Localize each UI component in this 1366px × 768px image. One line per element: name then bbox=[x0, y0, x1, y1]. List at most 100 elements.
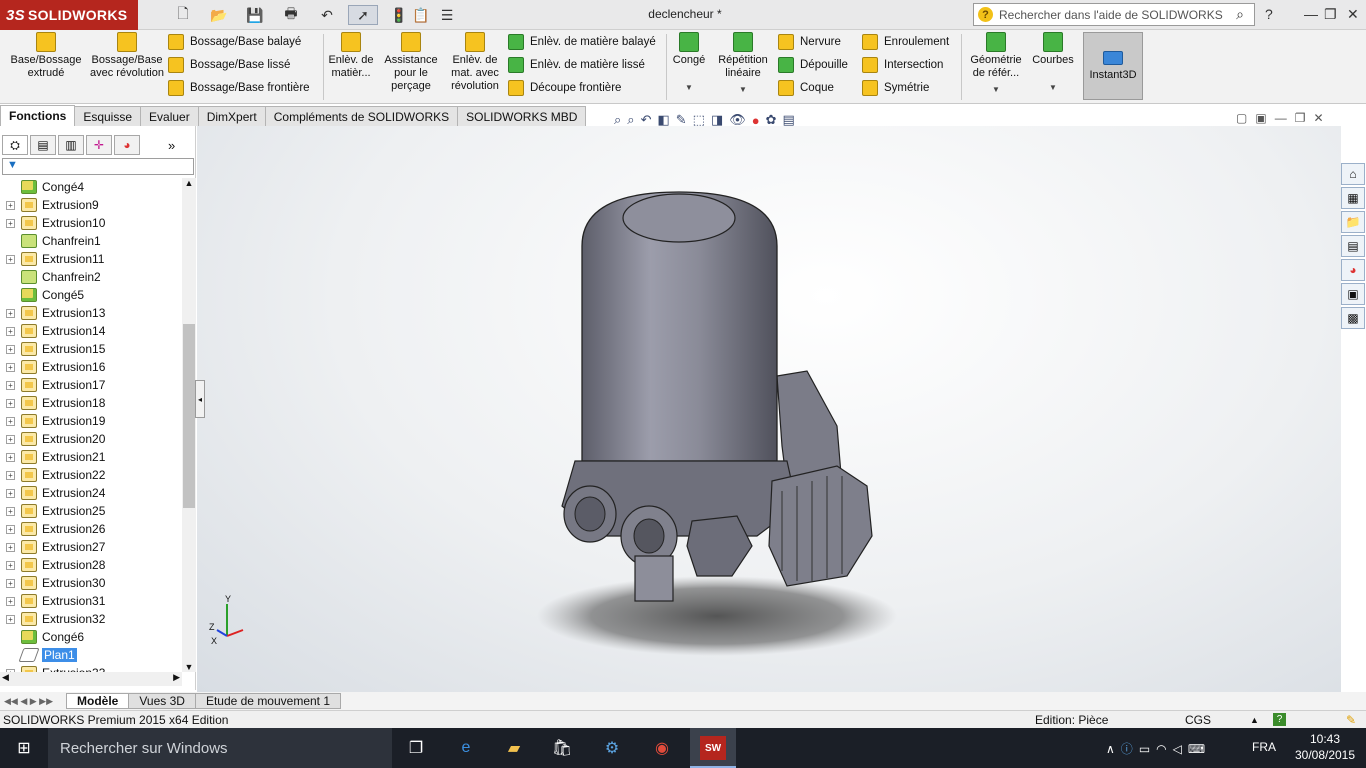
solidworks-taskbar-button[interactable]: SW bbox=[690, 728, 736, 768]
scroll-up-icon[interactable]: ▲ bbox=[182, 178, 196, 188]
feature-tree-tab-icon[interactable]: ⛭ bbox=[2, 135, 28, 155]
tree-node[interactable]: Chanfrein1 bbox=[0, 232, 182, 250]
tab-complements[interactable]: Compléments de SOLIDWORKS bbox=[264, 106, 459, 126]
tab-3d-views[interactable]: Vues 3D bbox=[128, 693, 196, 709]
app-settings-icon[interactable]: ⚙ bbox=[600, 736, 624, 760]
tab-navigation-arrows-icon[interactable]: ◀◀ ◀ ▶ ▶▶ bbox=[0, 696, 66, 707]
boundary-boss-button[interactable]: Bossage/Base frontière bbox=[168, 78, 310, 98]
draft-button[interactable]: Dépouille bbox=[778, 55, 848, 75]
tree-vertical-scrollbar[interactable]: ▲ ▼ bbox=[182, 178, 196, 672]
tree-node[interactable]: + Extrusion28 bbox=[0, 556, 182, 574]
tree-node[interactable]: Congé4 bbox=[0, 178, 182, 196]
expand-toggle-icon[interactable]: + bbox=[6, 398, 15, 408]
rib-button[interactable]: Nervure bbox=[778, 32, 848, 52]
part-model-render[interactable] bbox=[197, 126, 1341, 692]
expand-toggle-icon[interactable]: + bbox=[6, 200, 15, 210]
apply-scene-icon[interactable]: ✿ bbox=[766, 112, 777, 128]
view-palette-icon[interactable]: ▤ bbox=[1341, 235, 1365, 257]
boundary-cut-button[interactable]: Découpe frontière bbox=[508, 78, 656, 98]
expand-toggle-icon[interactable]: + bbox=[6, 218, 15, 228]
solidworks-forum-icon[interactable]: ▩ bbox=[1341, 307, 1365, 329]
tree-node[interactable]: + Extrusion13 bbox=[0, 304, 182, 322]
revolve-boss-button[interactable]: Bossage/Base avec révolution bbox=[88, 32, 166, 80]
swept-cut-button[interactable]: Enlèv. de matière balayé bbox=[508, 32, 656, 52]
status-help-icon[interactable]: ? bbox=[1273, 713, 1286, 726]
tree-node[interactable]: + Extrusion16 bbox=[0, 358, 182, 376]
windows-search-box[interactable]: Rechercher sur Windows bbox=[48, 728, 392, 768]
revolved-cut-button[interactable]: Enlèv. de mat. avec révolution bbox=[444, 32, 506, 93]
expand-toggle-icon[interactable]: + bbox=[6, 326, 15, 336]
panel-collapse-handle[interactable]: ◂ bbox=[195, 380, 205, 418]
expand-toggle-icon[interactable]: + bbox=[6, 524, 15, 534]
shell-button[interactable]: Coque bbox=[778, 78, 848, 98]
input-language[interactable]: FRA bbox=[1252, 740, 1276, 754]
task-view-icon[interactable]: ❐ bbox=[404, 736, 428, 760]
viewport-split-icon[interactable]: ▣ bbox=[1255, 111, 1274, 125]
display-manager-tab-icon[interactable]: ◕ bbox=[114, 135, 140, 155]
file-explorer-icon[interactable]: 📁 bbox=[1341, 211, 1365, 233]
tree-node[interactable]: + Extrusion14 bbox=[0, 322, 182, 340]
expand-toggle-icon[interactable]: + bbox=[6, 578, 15, 588]
search-icon[interactable]: ⌕ bbox=[1236, 6, 1244, 23]
custom-properties-icon[interactable]: ▣ bbox=[1341, 283, 1365, 305]
reference-geometry-dropdown-icon[interactable]: ▼ bbox=[992, 83, 1000, 96]
hide-show-icon[interactable]: 👁 bbox=[729, 112, 746, 128]
design-library-icon[interactable]: ▦ bbox=[1341, 187, 1365, 209]
tree-horizontal-scrollbar[interactable]: ◀ ▶ bbox=[0, 672, 182, 686]
tray-wifi-icon[interactable]: ◠ bbox=[1156, 742, 1172, 756]
view-orientation-icon[interactable]: ⬚ bbox=[693, 112, 705, 128]
fillet-dropdown-icon[interactable]: ▼ bbox=[685, 81, 693, 94]
tray-expand-icon[interactable]: ∧ bbox=[1106, 742, 1121, 756]
viewport-minimize-icon[interactable]: — bbox=[1275, 111, 1295, 125]
property-manager-tab-icon[interactable]: ▤ bbox=[30, 135, 56, 155]
new-document-icon[interactable]: 🗋 bbox=[168, 5, 198, 25]
instant3d-button[interactable]: Instant3D bbox=[1083, 32, 1143, 100]
configuration-manager-tab-icon[interactable]: ▥ bbox=[58, 135, 84, 155]
tab-dimxpert[interactable]: DimXpert bbox=[197, 106, 266, 126]
section-view-icon[interactable]: ◧ bbox=[657, 112, 669, 128]
viewport-restore-icon[interactable]: ❐ bbox=[1295, 111, 1314, 125]
appearances-icon[interactable]: ◕ bbox=[1341, 259, 1365, 281]
more-tabs-chevron-icon[interactable]: » bbox=[168, 138, 175, 153]
wrap-button[interactable]: Enroulement bbox=[862, 32, 949, 52]
tree-node[interactable]: + Extrusion18 bbox=[0, 394, 182, 412]
expand-toggle-icon[interactable]: + bbox=[6, 506, 15, 516]
edit-appearance-icon[interactable]: ● bbox=[752, 113, 760, 128]
linear-pattern-dropdown-icon[interactable]: ▼ bbox=[739, 83, 747, 96]
intersect-button[interactable]: Intersection bbox=[862, 55, 949, 75]
tree-node[interactable]: Congé5 bbox=[0, 286, 182, 304]
minimize-button[interactable]: — bbox=[1304, 6, 1318, 22]
undo-icon[interactable]: ↶ bbox=[312, 5, 342, 25]
lofted-cut-button[interactable]: Enlèv. de matière lissé bbox=[508, 55, 656, 75]
tree-node[interactable]: Chanfrein2 bbox=[0, 268, 182, 286]
curves-button[interactable]: Courbes ▼ bbox=[1030, 32, 1076, 94]
tree-node[interactable]: + Extrusion31 bbox=[0, 592, 182, 610]
tree-node[interactable]: + Extrusion11 bbox=[0, 250, 182, 268]
tree-node[interactable]: + Extrusion20 bbox=[0, 430, 182, 448]
print-icon[interactable]: 🖶 bbox=[276, 5, 306, 25]
restore-button[interactable]: ❐ bbox=[1324, 6, 1337, 23]
expand-toggle-icon[interactable]: + bbox=[6, 542, 15, 552]
options-icon[interactable]: ☰ bbox=[432, 5, 462, 25]
tree-node[interactable]: + Extrusion22 bbox=[0, 466, 182, 484]
tab-fonctions[interactable]: Fonctions bbox=[0, 105, 76, 126]
previous-view-icon[interactable]: ↶ bbox=[641, 112, 652, 128]
tree-node[interactable]: + Extrusion32 bbox=[0, 610, 182, 628]
tree-node[interactable]: + Extrusion27 bbox=[0, 538, 182, 556]
tab-esquisse[interactable]: Esquisse bbox=[74, 106, 142, 126]
tray-battery-icon[interactable]: ▭ bbox=[1139, 742, 1156, 756]
expand-toggle-icon[interactable]: + bbox=[6, 560, 15, 570]
expand-toggle-icon[interactable]: + bbox=[6, 488, 15, 498]
windows-start-icon[interactable]: ⊞ bbox=[12, 736, 36, 760]
linear-pattern-button[interactable]: Répétition linéaire ▼ bbox=[712, 32, 774, 96]
edge-browser-icon[interactable]: e bbox=[454, 736, 478, 760]
tab-evaluer[interactable]: Evaluer bbox=[140, 106, 199, 126]
expand-toggle-icon[interactable]: + bbox=[6, 344, 15, 354]
extruded-cut-button[interactable]: Enlèv. de matièr... bbox=[328, 32, 374, 80]
graphics-area[interactable]: Y Z X bbox=[197, 126, 1341, 692]
tray-info-icon[interactable]: ⓘ bbox=[1121, 742, 1139, 756]
taskbar-clock[interactable]: 10:43 30/08/2015 bbox=[1290, 731, 1360, 763]
tree-node[interactable]: + Extrusion15 bbox=[0, 340, 182, 358]
solidworks-logo[interactable]: 3S SOLIDWORKS bbox=[0, 0, 138, 30]
tree-node[interactable]: + Extrusion10 bbox=[0, 214, 182, 232]
